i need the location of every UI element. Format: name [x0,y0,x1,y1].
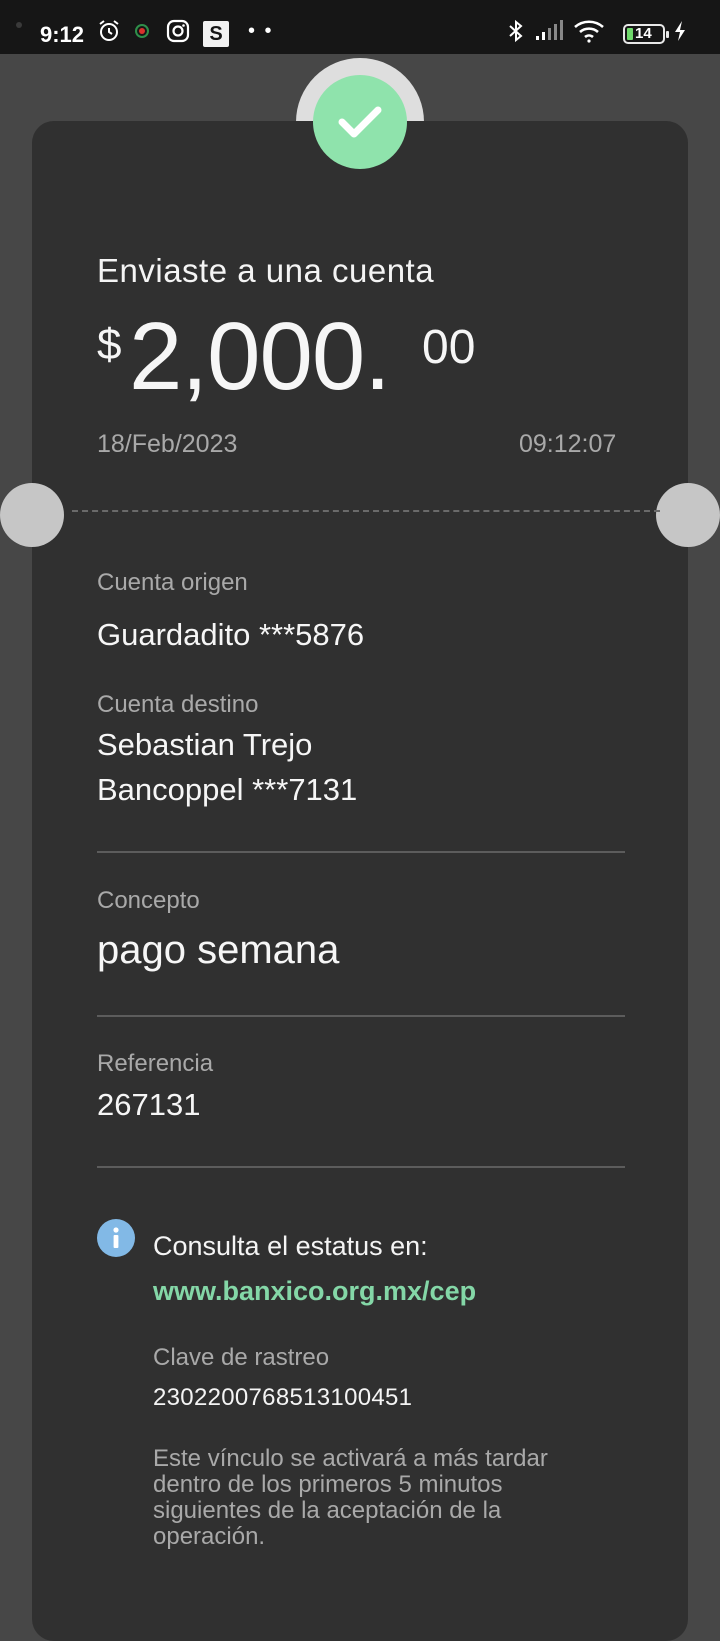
info-icon [97,1219,135,1257]
signal-icon [534,18,564,44]
concept-label: Concepto [97,887,200,914]
transfer-time: 09:12:07 [519,430,617,458]
divider [97,1166,625,1168]
success-check-icon [313,75,407,169]
amount-decimals: 00 [422,321,476,374]
s-app-icon: S [203,21,229,47]
reference-label: Referencia [97,1050,214,1077]
origin-label: Cuenta origen [97,569,248,596]
reference-value: 267131 [97,1087,201,1122]
divider [97,851,625,853]
ticket-perforation [72,510,660,512]
destination-account: Bancoppel ***7131 [97,772,358,807]
bluetooth-icon [505,18,527,44]
wifi-icon [572,18,606,44]
instagram-icon [165,18,191,44]
more-notifications-icon: • • [248,20,274,42]
status-time: 9:12 [40,22,85,47]
concept-value: pago semana [97,928,340,972]
battery-icon: 14 [623,24,669,44]
status-bar: 9:12 S • • 14 [0,0,720,54]
charging-icon [672,18,688,44]
destination-name: Sebastian Trejo [97,727,313,762]
ticket-notch-left [0,483,64,547]
transfer-title: Enviaste a una cuenta [97,252,435,289]
location-icon [131,18,153,44]
camera-dot [16,22,22,28]
status-info-text: Consulta el estatus en: [153,1231,428,1261]
tracking-key-label: Clave de rastreo [153,1344,330,1371]
ticket-notch-right [656,483,720,547]
banxico-link[interactable]: www.banxico.org.mx/cep [153,1276,476,1307]
battery-level: 14 [635,25,652,42]
destination-label: Cuenta destino [97,691,259,718]
tracking-key-value: 2302200768513100451 [153,1384,413,1411]
amount-integer: 2,000. [129,303,391,410]
transfer-date: 18/Feb/2023 [97,430,238,458]
activation-note: Este vínculo se activará a más tardar de… [153,1445,548,1550]
origin-value: Guardadito ***5876 [97,617,365,652]
alarm-icon [96,18,122,44]
divider [97,1015,625,1017]
amount-currency: $ [97,320,122,369]
